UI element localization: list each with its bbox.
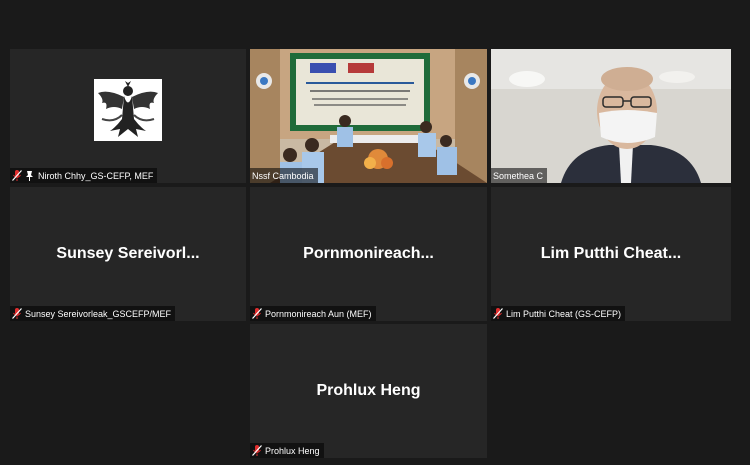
participant-name: Sunsey Sereivorleak_GSCEFP/MEF bbox=[25, 308, 172, 319]
participant-tile-prohlux[interactable]: Prohlux Heng Prohlux Heng bbox=[250, 324, 487, 458]
participant-name: Niroth Chhy_GS-CEFP, MEF bbox=[38, 170, 154, 181]
participant-nameplate: Somethea C bbox=[491, 168, 548, 183]
participant-name: Somethea C bbox=[493, 170, 544, 181]
participant-nameplate: Niroth Chhy_GS-CEFP, MEF bbox=[10, 168, 158, 183]
mic-muted-icon bbox=[252, 308, 262, 319]
participant-center-label: Pornmonireach... bbox=[303, 245, 434, 262]
participant-nameplate: Sunsey Sereivorleak_GSCEFP/MEF bbox=[10, 306, 176, 321]
mic-muted-icon bbox=[12, 308, 22, 319]
participant-nameplate: Prohlux Heng bbox=[250, 443, 324, 458]
participant-tile-sunsey[interactable]: Sunsey Sereivorl... Sunsey Sereivorleak_… bbox=[10, 187, 246, 321]
mic-muted-icon bbox=[493, 308, 503, 319]
video-feed bbox=[250, 49, 487, 183]
video-feed bbox=[491, 49, 731, 183]
participant-name: Lim Putthi Cheat (GS-CEFP) bbox=[506, 308, 622, 319]
participant-nameplate: Nssf Cambodia bbox=[250, 168, 318, 183]
participant-tile-pornmonireach[interactable]: Pornmonireach... Pornmonireach Aun (MEF) bbox=[250, 187, 487, 321]
participant-name: Pornmonireach Aun (MEF) bbox=[265, 308, 372, 319]
participant-center-label: Lim Putthi Cheat... bbox=[540, 245, 682, 262]
participant-tile-nssf[interactable]: Nssf Cambodia bbox=[250, 49, 487, 183]
participant-center-label: Sunsey Sereivorl... bbox=[56, 245, 200, 262]
mic-muted-icon bbox=[12, 170, 22, 181]
participant-nameplate: Pornmonireach Aun (MEF) bbox=[250, 306, 376, 321]
mic-muted-icon bbox=[252, 445, 262, 456]
participant-nameplate: Lim Putthi Cheat (GS-CEFP) bbox=[491, 306, 626, 321]
participant-tile-niroth[interactable]: Niroth Chhy_GS-CEFP, MEF bbox=[10, 49, 246, 183]
pin-icon bbox=[25, 170, 34, 181]
participant-tile-lim[interactable]: Lim Putthi Cheat... Lim Putthi Cheat (GS… bbox=[491, 187, 731, 321]
emblem-logo-icon bbox=[94, 79, 162, 141]
participant-name: Nssf Cambodia bbox=[252, 170, 314, 181]
participant-name: Prohlux Heng bbox=[265, 445, 320, 456]
participant-tile-somethea[interactable]: Somethea C bbox=[491, 49, 731, 183]
participant-center-label: Prohlux Heng bbox=[316, 382, 421, 399]
